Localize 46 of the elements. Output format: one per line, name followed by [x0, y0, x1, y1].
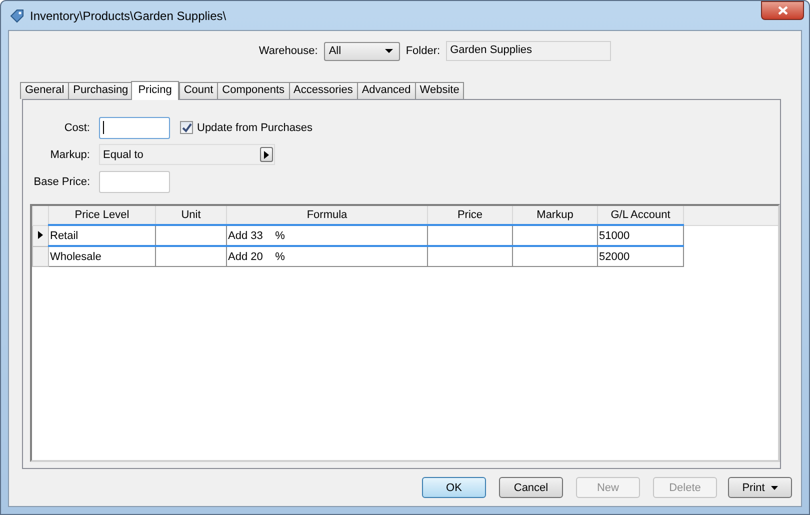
tab[interactable]: Pricing	[131, 81, 179, 100]
table-cell: 51000	[599, 230, 630, 242]
column-header: Formula	[226, 206, 428, 225]
arrow-button[interactable]	[260, 147, 273, 162]
column-header: G/L Account	[598, 206, 684, 225]
tab[interactable]: Website	[414, 82, 464, 99]
cost-field[interactable]	[99, 116, 170, 138]
table-cell: 52000	[599, 250, 630, 262]
column-header: Unit	[156, 206, 226, 225]
column-header: Markup	[512, 206, 598, 225]
dialog-button[interactable]: Cancel	[499, 477, 563, 498]
base-price-label: Base Price:	[32, 176, 90, 188]
table-cell: Add 33 %	[228, 230, 285, 242]
folder-label: Folder:	[406, 45, 440, 57]
tag-icon	[9, 8, 25, 24]
base-price-field[interactable]	[99, 170, 170, 192]
folder-field: Garden Supplies	[446, 41, 612, 61]
column-header: Price Level	[48, 206, 156, 225]
warehouse-label: Warehouse:	[258, 45, 318, 57]
tab[interactable]: Accessories	[288, 82, 358, 99]
column-header: Price	[428, 206, 512, 225]
table-cell: Retail	[50, 230, 78, 242]
current-row-icon	[38, 230, 43, 238]
row-header	[32, 206, 48, 225]
table-cell: Wholesale	[50, 250, 102, 262]
cost-label: Cost:	[63, 122, 90, 134]
update-from-purchases-label: Update from Purchases	[197, 122, 313, 134]
checkbox[interactable]	[180, 121, 193, 134]
tab[interactable]: General	[20, 82, 70, 99]
tab[interactable]: Components	[217, 82, 290, 99]
dialog-button[interactable]: Print	[728, 477, 792, 498]
dialog-button[interactable]: OK	[422, 477, 486, 498]
markup-label: Markup:	[49, 148, 90, 160]
warehouse-dropdown[interactable]: All	[324, 42, 400, 60]
row-header[interactable]	[32, 225, 48, 246]
window-title: Inventory\Products\Garden Supplies\	[30, 8, 226, 22]
markup-field[interactable]: Equal to	[99, 144, 275, 165]
close-icon	[778, 6, 788, 15]
caret-icon	[384, 49, 393, 53]
play-icon	[264, 150, 269, 158]
tab[interactable]: Advanced	[356, 82, 416, 99]
close-button[interactable]	[761, 1, 804, 20]
tab[interactable]: Count	[178, 82, 218, 99]
tab[interactable]: Purchasing	[68, 82, 134, 99]
caret-icon	[770, 486, 778, 490]
table-cell: Add 20 %	[228, 250, 285, 262]
